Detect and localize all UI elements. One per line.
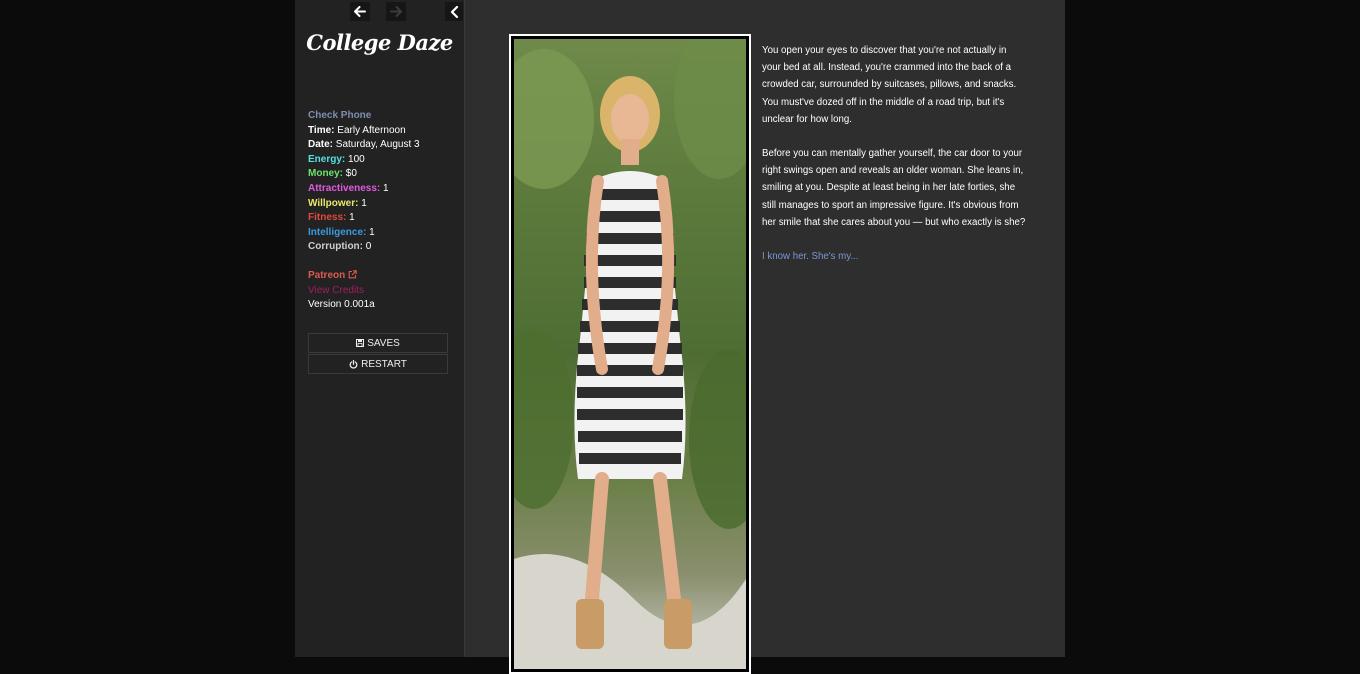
- arrow-left-icon: [354, 6, 366, 17]
- character-picture: [509, 34, 751, 674]
- power-icon: [349, 359, 358, 369]
- sidebar: College Daze Check Phone Time: Early Aft…: [295, 0, 465, 657]
- arrow-right-icon: [390, 6, 402, 17]
- stat-value: $0: [345, 168, 357, 180]
- history-back-button[interactable]: [350, 2, 370, 21]
- stat-value: 1: [369, 226, 375, 238]
- stats-panel: Check Phone Time: Early Afternoon Date: …: [308, 109, 420, 255]
- view-credits-link[interactable]: View Credits: [308, 284, 375, 299]
- stat-value: 100: [348, 153, 365, 165]
- passage-area: You open your eyes to discover that you'…: [465, 0, 1065, 674]
- stat-value: 1: [349, 212, 355, 224]
- restart-button[interactable]: RESTART: [308, 354, 448, 374]
- stat-corruption: Corruption: 0: [308, 240, 420, 255]
- stat-label: Energy:: [308, 153, 346, 165]
- stat-label: Date:: [308, 139, 334, 151]
- stat-label: Willpower:: [308, 197, 359, 209]
- stat-fitness: Fitness: 1: [308, 211, 420, 226]
- sidebar-collapse-button[interactable]: [445, 2, 463, 21]
- stat-intelligence: Intelligence: 1: [308, 226, 420, 241]
- choice-link[interactable]: I know her. She's my...: [762, 251, 858, 262]
- patreon-label: Patreon: [308, 270, 346, 281]
- patreon-link[interactable]: Patreon: [308, 269, 375, 284]
- stat-value: Early Afternoon: [337, 124, 406, 136]
- passage-paragraph: Before you can mentally gather yourself,…: [762, 148, 1026, 228]
- passage-paragraph: You open your eyes to discover that you'…: [762, 45, 1017, 125]
- stat-label: Fitness:: [308, 212, 347, 224]
- check-phone-link[interactable]: Check Phone: [308, 109, 420, 124]
- stat-label: Intelligence:: [308, 226, 367, 238]
- chevron-left-icon: [450, 5, 458, 18]
- stat-value: 1: [361, 197, 367, 209]
- stat-date: Date: Saturday, August 3: [308, 138, 420, 153]
- stat-label: Money:: [308, 168, 343, 180]
- stat-value: 0: [365, 241, 372, 253]
- restart-label: RESTART: [361, 358, 407, 370]
- stat-willpower: Willpower: 1: [308, 197, 420, 212]
- stat-label: Attractiveness:: [308, 182, 381, 194]
- links-panel: Patreon View Credits Version 0.001a: [308, 269, 375, 313]
- saves-label: SAVES: [367, 337, 400, 349]
- stat-money: Money: $0: [308, 167, 420, 182]
- stat-value: 1: [383, 182, 389, 194]
- floppy-disk-icon: [356, 339, 365, 347]
- passage-text: You open your eyes to discover that you'…: [762, 42, 1027, 282]
- stat-energy: Energy: 100: [308, 153, 420, 168]
- version-text: Version 0.001a: [308, 299, 375, 311]
- saves-button[interactable]: SAVES: [308, 333, 448, 353]
- character-photo-placeholder: [514, 39, 746, 669]
- history-forward-button[interactable]: [386, 2, 406, 21]
- story-title: College Daze: [306, 30, 453, 55]
- stat-label: Time:: [308, 124, 335, 136]
- stat-label: Corruption:: [308, 241, 363, 253]
- stat-time: Time: Early Afternoon: [308, 124, 420, 139]
- stat-value: Saturday, August 3: [335, 139, 420, 151]
- stat-attractiveness: Attractiveness: 1: [308, 182, 420, 197]
- external-link-icon: [348, 270, 357, 279]
